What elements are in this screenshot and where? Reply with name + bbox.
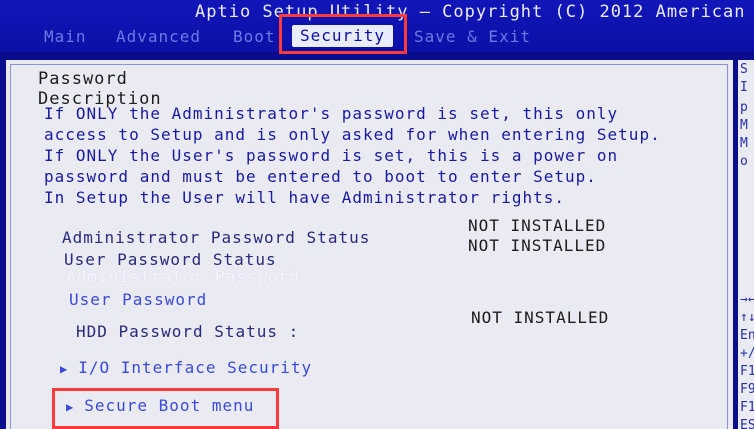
bios-header-bar: Aptio Setup Utility – Copyright (C) 2012…	[0, 0, 754, 52]
help-line: M	[740, 118, 748, 133]
submenu-arrow-icon: ▶	[60, 362, 69, 376]
tab-security[interactable]: Security	[292, 25, 394, 47]
help-line: →←	[740, 292, 754, 307]
help-line: +/	[740, 346, 754, 361]
tab-boot[interactable]: Boot	[233, 27, 276, 46]
password-description: If ONLY the Administrator's password is …	[44, 103, 704, 208]
admin-password-status-value: NOT INSTALLED	[468, 216, 607, 235]
io-interface-security-item[interactable]: ▶ I/O Interface Security	[60, 358, 312, 377]
description-line: password and must be entered to boot to …	[44, 167, 597, 186]
description-line: If ONLY the Administrator's password is …	[44, 104, 619, 123]
help-line: F9	[740, 382, 754, 397]
help-line: ↑↓	[740, 310, 754, 325]
tab-main[interactable]: Main	[44, 27, 87, 46]
help-pane: S I p M M o →← ↑↓ En +/ F1 F9 F1 ES	[738, 60, 754, 429]
administrator-password-item[interactable]: Administrator Password	[66, 267, 300, 286]
help-line: M	[740, 136, 748, 151]
admin-password-status-label: Administrator Password Status	[62, 228, 371, 247]
help-line: S	[740, 62, 748, 77]
submenu-arrow-icon: ▶	[66, 400, 75, 414]
tab-save-exit[interactable]: Save & Exit	[414, 27, 531, 46]
help-line: En	[740, 328, 754, 343]
secure-boot-menu-item[interactable]: ▶ Secure Boot menu	[66, 396, 254, 415]
description-line: In Setup the User will have Administrato…	[44, 188, 566, 207]
description-line: If ONLY the User's password is set, this…	[44, 146, 619, 165]
description-line: access to Setup and is only asked for wh…	[44, 125, 661, 144]
secure-boot-menu-label: Secure Boot menu	[84, 396, 255, 415]
tab-advanced[interactable]: Advanced	[116, 27, 201, 46]
user-password-item[interactable]: User Password	[69, 290, 207, 309]
help-line: I	[740, 80, 748, 95]
help-line: ES	[740, 418, 754, 429]
help-line: o	[740, 154, 748, 169]
hdd-password-status-label: HDD Password Status :	[76, 322, 300, 341]
hdd-password-status-value: NOT INSTALLED	[471, 308, 610, 327]
help-line: F1	[740, 400, 754, 415]
help-line: F1	[740, 364, 754, 379]
bios-title: Aptio Setup Utility – Copyright (C) 2012…	[195, 2, 746, 22]
help-line: p	[740, 100, 748, 115]
io-interface-security-label: I/O Interface Security	[78, 358, 313, 377]
user-password-status-value: NOT INSTALLED	[468, 236, 607, 255]
